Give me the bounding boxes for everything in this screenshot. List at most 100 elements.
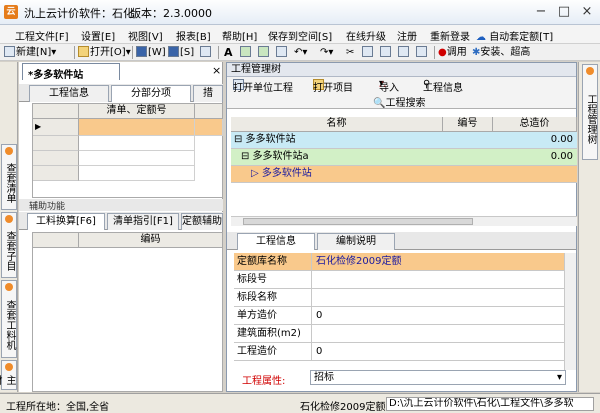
prop-row-section-name[interactable]: 标段名称 xyxy=(234,289,564,307)
menu-file[interactable]: 工程文件[F] xyxy=(15,28,69,43)
row-header xyxy=(33,136,79,151)
side-tab-equipment[interactable]: 主材设备独立 xyxy=(0,360,17,390)
tree-row-leaf[interactable]: ▷ 多多软件站 xyxy=(231,166,577,183)
tree-row-root[interactable]: ⊟ 多多软件站 0.00 xyxy=(231,132,577,149)
menu-bar: 工程文件[F] 设置[E] 视图[V] 报表[B] 帮助[H] 保存到空间[S]… xyxy=(0,25,600,44)
side-tab-project-tree[interactable]: 工程管理树 xyxy=(582,64,598,160)
column-header-total: 总造价 xyxy=(493,117,577,132)
row-header xyxy=(33,166,79,181)
row-header xyxy=(33,151,79,166)
menu-online-update[interactable]: 在线升级 xyxy=(346,28,386,43)
tab-sections[interactable]: 分部分项 xyxy=(111,85,191,102)
tab-compile-notes[interactable]: 编制说明 xyxy=(317,233,395,250)
minimize-button[interactable]: − xyxy=(530,3,552,21)
material-icon xyxy=(5,283,13,291)
menu-relogin[interactable]: 重新登录 xyxy=(430,28,470,43)
magnifier-icon: 🔍 xyxy=(373,98,386,109)
paste-icon xyxy=(380,46,391,57)
insert-icon xyxy=(276,46,287,57)
menu-settings[interactable]: 设置[E] xyxy=(81,28,115,43)
replace-button[interactable] xyxy=(398,45,410,60)
close-doc-icon[interactable]: × xyxy=(212,64,221,77)
cut-button[interactable]: ✂ xyxy=(346,45,354,60)
selected-cell[interactable] xyxy=(79,119,195,136)
project-search-bar: 🔍工程搜索 xyxy=(227,93,576,109)
props-vertical-scrollbar[interactable] xyxy=(564,253,576,370)
grid-cell[interactable] xyxy=(79,136,195,151)
status-quota: 石化检修2009定额 xyxy=(300,402,386,413)
side-tab-bill[interactable]: 查套清单 xyxy=(1,144,17,210)
scroll-thumb[interactable] xyxy=(243,218,473,225)
menu-save-to-space[interactable]: 保存到空间[S] xyxy=(268,28,332,43)
new-button[interactable]: 新建[N]▾ xyxy=(4,45,56,60)
save-icon xyxy=(136,46,147,57)
version-label: 版本：2.3.0000 xyxy=(130,7,212,20)
project-attr-select[interactable]: 招标 ▾ xyxy=(310,370,566,385)
save-as-icon xyxy=(168,46,179,57)
move-up-button[interactable] xyxy=(258,45,270,60)
prop-row-quota-lib[interactable]: 定额库名称 石化检修2009定额 xyxy=(234,253,564,271)
aux-tabs: 工料换算[F6] 清单指引[F1] 定额辅助 xyxy=(19,212,223,230)
side-tab-item[interactable]: 查套子目 xyxy=(1,212,17,278)
tree-row-child[interactable]: ⊟ 多多软件站a 0.00 xyxy=(231,149,577,166)
prop-row-project-cost[interactable]: 工程造价 0 xyxy=(234,343,564,361)
open-project-button[interactable]: 打开项目 ▾ xyxy=(313,78,353,94)
stop-icon: ● xyxy=(438,47,447,58)
project-search-button[interactable]: 🔍工程搜索 xyxy=(373,94,425,109)
tab-project-info-detail[interactable]: 工程信息 xyxy=(237,233,315,250)
grid-cell[interactable] xyxy=(79,166,195,181)
calculator-button[interactable] xyxy=(200,45,212,60)
arrow-down-icon xyxy=(240,46,251,57)
selected-cell-2[interactable] xyxy=(195,119,223,136)
saveas-button[interactable]: [S] xyxy=(168,45,194,60)
redo-button[interactable]: ↷▾ xyxy=(320,45,333,60)
open-button[interactable]: 打开[O]▾ xyxy=(78,45,131,60)
menu-view[interactable]: 视图[V] xyxy=(128,28,163,43)
tab-bill-guide[interactable]: 清单指引[F1] xyxy=(107,213,179,230)
cut-icon: ✂ xyxy=(346,47,355,58)
grid-cell[interactable] xyxy=(79,151,195,166)
tree-horizontal-scrollbar[interactable] xyxy=(231,216,577,226)
window-title: 氿上云计价软件：石化 xyxy=(24,7,134,20)
clear-button[interactable] xyxy=(416,45,428,60)
bill-grid: 清单、定额号 ▶ xyxy=(32,103,223,198)
menu-auto-quota[interactable]: ☁ 自动套定额[T] xyxy=(476,28,553,43)
tab-measures[interactable]: 措 xyxy=(193,85,223,102)
status-bar: 工程所在地：全国,全省 石化检修2009定额 D:\氿上云计价软件\石化\工程文… xyxy=(0,393,600,413)
tab-quota-aux[interactable]: 定额辅助 xyxy=(181,213,223,230)
redo-icon: ↷ xyxy=(320,47,329,58)
undo-icon: ↶ xyxy=(294,47,303,58)
undo-button[interactable]: ↶▾ xyxy=(294,45,307,60)
status-location: 工程所在地：全国,全省 xyxy=(6,402,110,413)
prop-row-unit-cost[interactable]: 单方造价 0 xyxy=(234,307,564,325)
insert-button[interactable] xyxy=(276,45,288,60)
project-attr-label: 工程属性: xyxy=(242,376,286,387)
save-button[interactable]: [W] xyxy=(136,45,166,60)
menu-help[interactable]: 帮助[H] xyxy=(222,28,257,43)
font-button[interactable]: A xyxy=(224,45,233,60)
sub-tabs: 工程信息 分部分项 措 xyxy=(19,84,223,102)
side-tab-material[interactable]: 查套工料机 xyxy=(1,280,17,358)
move-down-button[interactable] xyxy=(240,45,252,60)
tab-project-info[interactable]: 工程信息 xyxy=(29,85,109,102)
column-header-code: 编码 xyxy=(79,233,223,248)
menu-report[interactable]: 报表[B] xyxy=(176,28,211,43)
prop-row-section-no[interactable]: 标段号 xyxy=(234,271,564,289)
bill-icon xyxy=(5,147,13,155)
column-header-number: 编号 xyxy=(443,117,493,132)
grid-corner xyxy=(33,104,79,119)
project-tree-title: 工程管理树 xyxy=(227,63,576,77)
tab-material-conversion[interactable]: 工料换算[F6] xyxy=(27,213,105,230)
prop-row-area[interactable]: 建筑面积(m2) xyxy=(234,325,564,343)
maximize-button[interactable]: □ xyxy=(553,3,575,21)
close-button[interactable]: × xyxy=(576,3,598,21)
menu-register[interactable]: 注册 xyxy=(397,28,417,43)
import-button[interactable]: ⛬ 导入 ▾ xyxy=(379,78,399,94)
right-side-tabs: 工程管理树 xyxy=(578,62,600,392)
install-height-button[interactable]: ✱安装、超高 xyxy=(472,45,530,60)
paste-button[interactable] xyxy=(380,45,392,60)
document-tab[interactable]: *多多软件站 xyxy=(22,63,120,81)
call-price-button[interactable]: ●调用 xyxy=(438,45,467,60)
cloud-icon: ☁ xyxy=(476,32,486,43)
copy-button[interactable] xyxy=(362,45,374,60)
